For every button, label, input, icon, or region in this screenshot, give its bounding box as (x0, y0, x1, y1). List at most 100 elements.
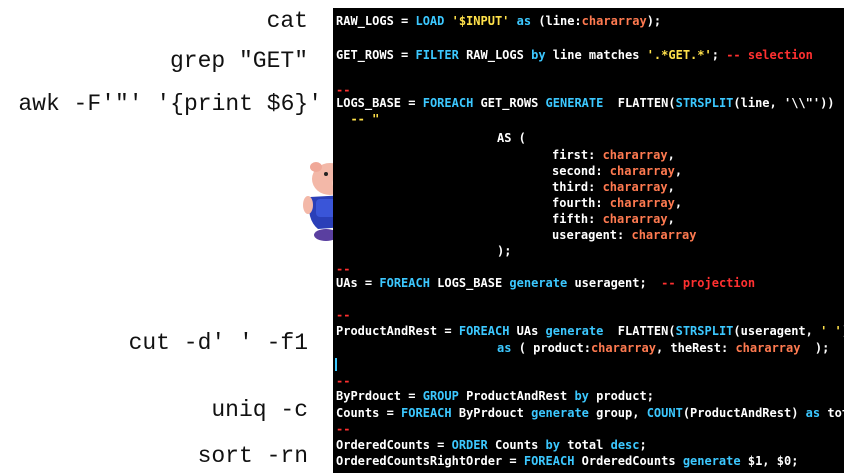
code-field-fourth: fourth: chararray, (552, 196, 682, 211)
code-line-product-and-rest: ProductAndRest = FOREACH UAs generate FL… (336, 324, 844, 339)
token: = (393, 14, 416, 28)
token: chararray (602, 212, 668, 226)
token: total; (827, 406, 844, 420)
token: ); (646, 14, 662, 28)
token: , (674, 164, 683, 178)
code-line-uas: UAs = FOREACH LOGS_BASE generate userage… (336, 276, 755, 291)
token: ( product: (518, 341, 591, 355)
code-line-comment: -- (336, 308, 351, 322)
token: '$INPUT' (451, 14, 510, 28)
token: = (401, 96, 423, 110)
code-field-fifth: fifth: chararray, (552, 212, 675, 227)
token: FOREACH (422, 96, 481, 110)
token: chararray (735, 341, 801, 355)
token: , (667, 212, 675, 226)
token: UAs (516, 324, 546, 338)
token: UAs (336, 276, 358, 290)
token: chararray (631, 228, 697, 242)
token: ProductAndRest (466, 389, 575, 403)
token: second: (552, 164, 610, 178)
token: STRSPLIT (675, 324, 734, 338)
token: '.*GET.*' (646, 48, 712, 62)
token: generate (509, 276, 575, 290)
token: as (497, 341, 519, 355)
token: total (567, 438, 611, 452)
token: FLATTEN( (617, 324, 676, 338)
code-line-logs-base: LOGS_BASE = FOREACH GET_ROWS GENERATE FL… (336, 96, 835, 111)
token: by (531, 48, 553, 62)
token: (useragent, (733, 324, 821, 338)
token: first: (552, 148, 603, 162)
token: third: (552, 180, 603, 194)
token: , (667, 148, 675, 162)
token: GENERATE (545, 96, 618, 110)
token: -- selection (726, 48, 813, 62)
token: ); (800, 341, 830, 355)
code-line-comment: -- (336, 374, 351, 388)
code-line-get-rows: GET_ROWS = FILTER RAW_LOGS by line match… (336, 48, 813, 63)
token: ; (639, 438, 647, 452)
token: RAW_LOGS (466, 48, 532, 62)
token: , (667, 180, 675, 194)
code-line-comment: -- (336, 262, 351, 276)
token: chararray (609, 196, 675, 210)
shell-cmd-cat: cat (266, 8, 308, 34)
token: LOAD (415, 14, 452, 28)
token: ORDER (451, 438, 495, 452)
token: STRSPLIT (675, 96, 734, 110)
token: desc (610, 438, 640, 452)
token: fifth: (552, 212, 603, 226)
shell-cmd-uniq: uniq -c (211, 397, 308, 423)
token: generate (545, 324, 618, 338)
code-field-third: third: chararray, (552, 180, 675, 195)
token: chararray (602, 148, 668, 162)
code-line-counts: Counts = FOREACH ByPrdouct generate grou… (336, 406, 844, 421)
shell-cmd-cut: cut -d' ' -f1 (128, 330, 308, 356)
code-field-second: second: chararray, (552, 164, 682, 179)
token: , (674, 196, 683, 210)
token: , theRest: (655, 341, 736, 355)
token: ByPrdouct (458, 406, 532, 420)
text-cursor (335, 358, 337, 371)
token: group, (596, 406, 647, 420)
token: GET_ROWS (336, 48, 394, 62)
token: FILTER (415, 48, 467, 62)
shell-cmd-grep: grep "GET" (169, 48, 308, 74)
code-line-as: AS ( (497, 131, 526, 145)
token: $1, $0; (747, 454, 799, 468)
code-line-by-product: ByPrdouct = GROUP ProductAndRest by prod… (336, 389, 654, 404)
token: (line, '\\"')) (733, 96, 835, 110)
code-line-as-product: as ( product:chararray, theRest: chararr… (497, 341, 829, 356)
token: = (401, 389, 423, 403)
token: FOREACH (401, 406, 459, 420)
shell-cmd-sort: sort -rn (197, 443, 308, 469)
token: = (429, 438, 452, 452)
token: line matches (552, 48, 647, 62)
token: GET_ROWS (480, 96, 546, 110)
token: = (379, 406, 402, 420)
token: FOREACH (458, 324, 517, 338)
token: fourth: (552, 196, 610, 210)
token: ; (711, 48, 727, 62)
token: = (393, 48, 416, 62)
token: as (509, 14, 539, 28)
shell-cmd-awk: awk -F'"' '{print $6}' (18, 91, 322, 117)
token: chararray (609, 164, 675, 178)
token: OrderedCounts (581, 454, 683, 468)
token: OrderedCounts (336, 438, 430, 452)
token: ProductAndRest (336, 324, 438, 338)
token: by (545, 438, 568, 452)
code-line-raw-logs: RAW_LOGS = LOAD '$INPUT' as (line:charar… (336, 14, 661, 29)
token: useragent; (574, 276, 662, 290)
token: (line: (538, 14, 582, 28)
token: Counts (494, 438, 546, 452)
code-line-ordered-counts: OrderedCounts = ORDER Counts by total de… (336, 438, 647, 453)
token: -- projection (661, 276, 756, 290)
token: FOREACH (379, 276, 438, 290)
token: ' ' (820, 324, 842, 338)
pig-latin-code-panel: RAW_LOGS = LOAD '$INPUT' as (line: charar… (333, 8, 844, 473)
token: useragent: (552, 228, 632, 242)
code-line-quote-comment: -- " (336, 112, 380, 126)
token: = (437, 324, 459, 338)
token: generate (531, 406, 597, 420)
